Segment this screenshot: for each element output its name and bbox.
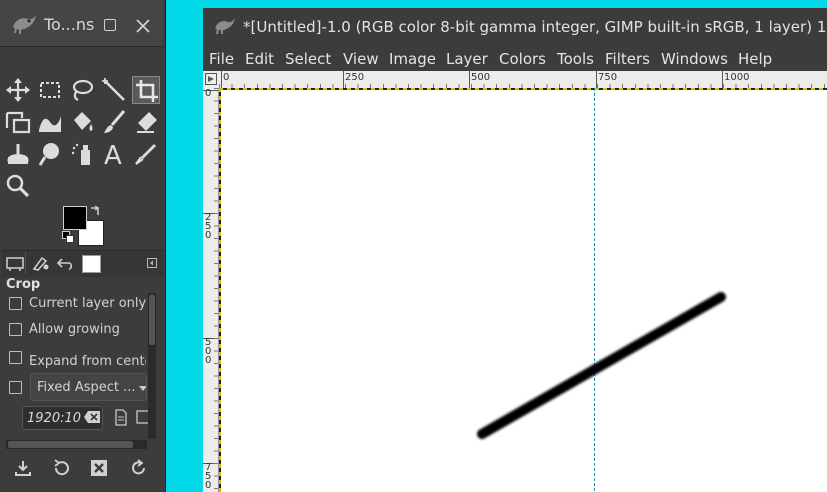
vertical-ruler[interactable]: 0 250 500 750 bbox=[203, 88, 219, 492]
toolbox-window: To...ns A Crop Current layer only Allow … bbox=[0, 0, 166, 492]
gimp-logo-icon bbox=[13, 15, 36, 34]
clone-tool-icon[interactable] bbox=[4, 140, 32, 168]
v-ruler-label: 250 bbox=[205, 212, 212, 241]
v-ruler-label: 0 bbox=[205, 88, 212, 99]
dock-menu-icon[interactable] bbox=[147, 258, 157, 268]
options-vertical-scrollbar[interactable] bbox=[148, 293, 156, 439]
dropdown-arrow-icon bbox=[139, 386, 146, 391]
gimp-logo-icon bbox=[215, 18, 235, 35]
restore-tool-preset-icon[interactable] bbox=[52, 459, 70, 477]
menu-help[interactable]: Help bbox=[738, 50, 772, 68]
current-layer-only-label: Current layer only bbox=[29, 296, 147, 311]
ruler-corner[interactable] bbox=[203, 71, 219, 88]
default-colors-icon[interactable] bbox=[62, 231, 74, 243]
bucket-fill-tool-icon[interactable] bbox=[68, 108, 96, 136]
device-status-tab-icon[interactable] bbox=[32, 255, 50, 271]
menubar: File Edit Select View Image Layer Colors… bbox=[203, 46, 827, 71]
warp-transform-tool-icon[interactable] bbox=[36, 108, 64, 136]
h-ruler-label: 0 bbox=[223, 72, 230, 83]
fixed-aspect-dropdown-value: Fixed Aspect ... bbox=[37, 380, 136, 395]
menu-tools[interactable]: Tools bbox=[557, 50, 594, 68]
allow-growing-checkbox[interactable] bbox=[9, 323, 22, 336]
clear-entry-icon[interactable] bbox=[83, 410, 101, 424]
toolbox-titlebar[interactable]: To...ns bbox=[0, 0, 163, 47]
h-ruler-label: 250 bbox=[345, 72, 365, 83]
image-window-titlebar[interactable]: *[Untitled]-1.0 (RGB color 8-bit gamma i… bbox=[203, 8, 827, 47]
menu-windows[interactable]: Windows bbox=[661, 50, 728, 68]
brush-stroke bbox=[477, 292, 726, 439]
menu-edit[interactable]: Edit bbox=[245, 50, 274, 68]
portrait-icon[interactable] bbox=[113, 409, 129, 426]
tool-options-title: Crop bbox=[6, 277, 41, 292]
text-tool-icon[interactable]: A bbox=[100, 140, 128, 168]
airbrush-tool-icon[interactable] bbox=[68, 140, 96, 168]
images-tab-thumbnail[interactable] bbox=[82, 255, 101, 273]
delete-tool-preset-icon[interactable] bbox=[90, 459, 108, 477]
menu-view[interactable]: View bbox=[343, 50, 379, 68]
allow-growing-label: Allow growing bbox=[29, 322, 120, 337]
fixed-aspect-dropdown[interactable]: Fixed Aspect ... bbox=[30, 373, 147, 401]
image-window: *[Untitled]-1.0 (RGB color 8-bit gamma i… bbox=[203, 8, 827, 492]
undo-history-tab-icon[interactable] bbox=[56, 255, 74, 271]
smudge-tool-icon[interactable] bbox=[36, 140, 64, 168]
menu-file[interactable]: File bbox=[209, 50, 234, 68]
zoom-tool-icon[interactable] bbox=[4, 172, 32, 200]
landscape-icon[interactable] bbox=[136, 409, 148, 426]
svg-text:A: A bbox=[104, 141, 122, 168]
fuzzy-select-tool-icon[interactable] bbox=[100, 76, 128, 104]
reset-tool-options-icon[interactable] bbox=[130, 459, 148, 477]
maximize-button[interactable] bbox=[104, 19, 116, 31]
paintbrush-tool-icon[interactable] bbox=[100, 108, 128, 136]
quick-mask-toggle-icon[interactable] bbox=[205, 73, 217, 85]
foreground-color-swatch[interactable] bbox=[63, 206, 87, 230]
free-select-tool-icon[interactable] bbox=[68, 76, 96, 104]
menu-image[interactable]: Image bbox=[389, 50, 436, 68]
h-ruler-label: 500 bbox=[471, 72, 491, 83]
v-ruler-label: 500 bbox=[205, 337, 212, 366]
expand-from-center-checkbox[interactable] bbox=[9, 351, 22, 364]
fixed-aspect-checkbox[interactable] bbox=[9, 381, 22, 394]
current-layer-only-checkbox[interactable] bbox=[9, 297, 22, 310]
h-ruler-label: 750 bbox=[598, 72, 618, 83]
expand-from-center-label: Expand from cente bbox=[29, 354, 146, 368]
horizontal-ruler[interactable]: 0 250 500 750 1000 bbox=[219, 71, 827, 89]
rect-select-tool-icon[interactable] bbox=[36, 76, 64, 104]
options-scrollbar-thumb[interactable] bbox=[149, 295, 155, 345]
image-canvas[interactable] bbox=[219, 88, 827, 492]
crop-tool-icon[interactable] bbox=[132, 76, 160, 104]
unified-transform-tool-icon[interactable] bbox=[4, 108, 32, 136]
swap-colors-icon[interactable] bbox=[89, 205, 101, 217]
menu-layer[interactable]: Layer bbox=[446, 50, 488, 68]
menu-filters[interactable]: Filters bbox=[605, 50, 650, 68]
options-horizontal-scrollbar[interactable] bbox=[6, 440, 147, 449]
close-icon[interactable] bbox=[136, 19, 150, 33]
aspect-ratio-value: 1920:10 bbox=[27, 411, 82, 426]
color-picker-tool-icon[interactable] bbox=[132, 140, 160, 168]
menu-select[interactable]: Select bbox=[285, 50, 331, 68]
tool-options-tab-icon[interactable] bbox=[6, 255, 24, 271]
move-tool-icon[interactable] bbox=[4, 76, 32, 104]
eraser-tool-icon[interactable] bbox=[132, 108, 160, 136]
v-ruler-label: 750 bbox=[205, 462, 212, 491]
menu-colors[interactable]: Colors bbox=[499, 50, 546, 68]
toolbox-title: To...ns bbox=[44, 15, 95, 34]
h-ruler-label: 1000 bbox=[724, 72, 750, 83]
image-window-title: *[Untitled]-1.0 (RGB color 8-bit gamma i… bbox=[243, 18, 827, 36]
save-tool-preset-icon[interactable] bbox=[14, 459, 32, 477]
